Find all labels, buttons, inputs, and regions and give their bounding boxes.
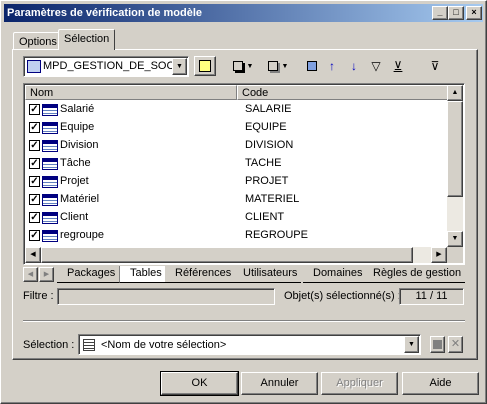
tab-options[interactable]: Options: [13, 32, 63, 50]
list-item[interactable]: ✓ Client CLIENT: [25, 209, 445, 227]
selection-combo[interactable]: <Nom de votre sélection> ▼: [78, 334, 421, 355]
table-icon: [42, 194, 58, 206]
maximize-button[interactable]: □: [448, 6, 464, 20]
move-up-icon: ↑: [329, 59, 335, 73]
tab-scroll-left-icon[interactable]: ◀: [23, 267, 38, 282]
table-icon: [42, 158, 58, 170]
model-combo[interactable]: MPD_GESTION_DE_SOCIE ▼: [23, 56, 189, 77]
filter-label: Filtre :: [23, 290, 54, 302]
select-all-icon: [232, 61, 243, 71]
list-item[interactable]: ✓ Salarié SALARIE: [25, 101, 445, 119]
selected-count-field: 11 / 11: [399, 288, 464, 305]
clear-filter-icon: ⊻: [393, 59, 403, 73]
model-properties-button[interactable]: [194, 56, 216, 76]
selected-count-label: Objet(s) sélectionné(s) :: [284, 290, 401, 302]
select-all-dropdown-button[interactable]: ▼: [229, 56, 257, 76]
filter-options-icon: ⊽: [430, 59, 440, 73]
list-item[interactable]: ✓ Projet PROJET: [25, 173, 445, 191]
list-icon: [83, 339, 95, 351]
list-item[interactable]: ✓ regroupe REGROUPE: [25, 227, 445, 245]
help-button[interactable]: Aide: [402, 372, 479, 395]
selection-label: Sélection :: [23, 339, 75, 351]
list-item[interactable]: ✓ Division DIVISION: [25, 137, 445, 155]
object-list: Nom Code ✓ Salarié SALARIE ✓ Equipe EQUI…: [23, 83, 465, 265]
scroll-right-icon[interactable]: ▶: [431, 247, 447, 263]
tab-packages[interactable]: Packages: [57, 266, 120, 283]
window-title: Paramètres de vérification de modèle: [7, 7, 203, 19]
row-checkbox[interactable]: ✓: [29, 104, 40, 115]
model-icon: [27, 60, 41, 73]
chevron-down-icon[interactable]: ▼: [172, 58, 187, 75]
tab-scroll-right-icon[interactable]: ▶: [39, 267, 54, 282]
cancel-button[interactable]: Annuler: [241, 372, 318, 395]
dialog-window: Paramètres de vérification de modèle _ □…: [0, 0, 487, 404]
scroll-up-icon[interactable]: ▲: [447, 85, 463, 101]
scrollbar-thumb[interactable]: [41, 247, 413, 263]
deselect-all-icon: [267, 61, 278, 71]
clear-filter-button[interactable]: ⊻: [387, 56, 409, 76]
row-checkbox[interactable]: ✓: [29, 212, 40, 223]
save-icon: [433, 340, 442, 349]
list-item[interactable]: ✓ Tâche TACHE: [25, 155, 445, 173]
check-all-button[interactable]: [301, 56, 323, 76]
move-down-button[interactable]: ↓: [343, 56, 365, 76]
separator: [23, 320, 465, 322]
chevron-down-icon[interactable]: ▼: [404, 336, 419, 353]
check-all-icon: [307, 61, 317, 71]
scroll-down-icon[interactable]: ▼: [447, 231, 463, 247]
tab-domaines[interactable]: Domaines: [303, 266, 367, 283]
table-icon: [42, 104, 58, 116]
filter-field: [57, 288, 275, 305]
tab-tables[interactable]: Tables: [119, 266, 167, 283]
tab-selection[interactable]: Sélection: [58, 29, 116, 50]
chevron-down-icon: ▼: [281, 62, 289, 70]
title-bar[interactable]: Paramètres de vérification de modèle _ □…: [4, 4, 483, 22]
row-checkbox[interactable]: ✓: [29, 176, 40, 187]
delete-selection-button[interactable]: ✕: [448, 336, 463, 353]
filter-options-button[interactable]: ⊽: [424, 56, 446, 76]
table-icon: [42, 122, 58, 134]
row-checkbox[interactable]: ✓: [29, 158, 40, 169]
horizontal-scrollbar[interactable]: ◀ ▶: [25, 247, 447, 263]
table-icon: [42, 140, 58, 152]
object-type-tabs: ◀ ▶ Packages Tables Références Utilisate…: [23, 266, 466, 283]
list-item[interactable]: ✓ Equipe EQUIPE: [25, 119, 445, 137]
table-icon: [42, 176, 58, 188]
column-header-code[interactable]: Code: [237, 85, 448, 100]
column-header-name[interactable]: Nom: [25, 85, 237, 100]
row-checkbox[interactable]: ✓: [29, 230, 40, 241]
list-item[interactable]: ✓ Matériel MATERIEL: [25, 191, 445, 209]
move-up-button[interactable]: ↑: [321, 56, 343, 76]
delete-icon: ✕: [450, 338, 461, 350]
chevron-down-icon: ▼: [246, 62, 254, 70]
apply-button[interactable]: Appliquer: [321, 372, 398, 395]
vertical-scrollbar[interactable]: ▲ ▼: [447, 85, 463, 247]
filter-icon: ▽: [371, 59, 381, 73]
tab-regles-de-gestion[interactable]: Règles de gestion: [363, 266, 466, 283]
tab-utilisateurs[interactable]: Utilisateurs: [233, 266, 302, 283]
filter-button[interactable]: ▽: [365, 56, 387, 76]
tab-references[interactable]: Références: [165, 266, 236, 283]
save-selection-button[interactable]: [430, 336, 445, 353]
ok-button[interactable]: OK: [160, 371, 239, 396]
row-checkbox[interactable]: ✓: [29, 194, 40, 205]
properties-icon: [199, 60, 211, 72]
scroll-left-icon[interactable]: ◀: [25, 247, 41, 263]
scroll-corner: [447, 247, 463, 263]
minimize-button[interactable]: _: [432, 6, 448, 20]
row-checkbox[interactable]: ✓: [29, 140, 40, 151]
table-icon: [42, 230, 58, 242]
row-checkbox[interactable]: ✓: [29, 122, 40, 133]
deselect-all-dropdown-button[interactable]: ▼: [264, 56, 292, 76]
close-button[interactable]: ×: [466, 6, 482, 20]
scrollbar-thumb[interactable]: [447, 101, 463, 197]
table-icon: [42, 212, 58, 224]
move-down-icon: ↓: [351, 59, 357, 73]
